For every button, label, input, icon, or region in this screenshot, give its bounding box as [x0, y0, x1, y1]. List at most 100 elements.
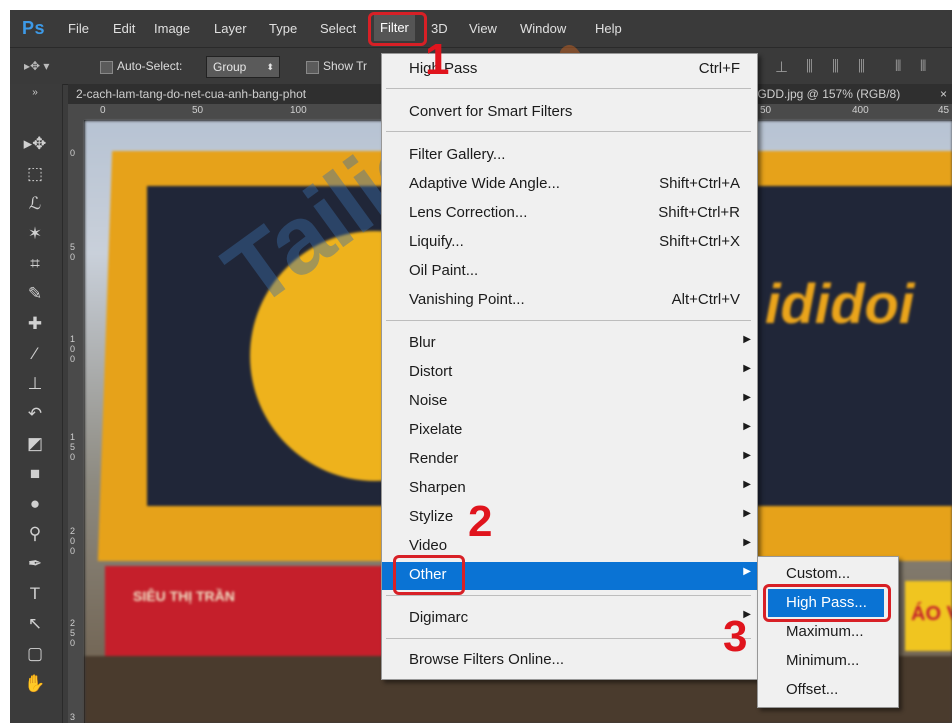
distribute-right-icon[interactable]: ⫴ [920, 58, 926, 75]
menu-item-label: Digimarc [409, 609, 469, 626]
menu-item-label: Video [409, 537, 448, 554]
document-tab-zoom: TGDD.jpg @ 157% (RGB/8) [750, 87, 901, 101]
submenu-arrow-icon: ▶ [743, 479, 751, 490]
menu-item-filter-gallery[interactable]: Filter Gallery... [382, 142, 757, 170]
menu-item-label: Adaptive Wide Angle... [409, 175, 560, 192]
photo-banner-text: SIÊU THỊ TRẦN [133, 588, 235, 604]
menu-separator [386, 320, 751, 321]
distribute-center-icon[interactable]: ⫼ [832, 58, 839, 75]
menu-item-shortcut: Shift+Ctrl+R [658, 204, 740, 221]
eyedropper-icon[interactable]: ✎ [22, 282, 48, 306]
menu-item-label: Filter Gallery... [409, 146, 506, 163]
menu-item-label: Browse Filters Online... [409, 651, 565, 668]
menu-type[interactable]: Type [269, 21, 297, 36]
step-2-marker: 2 [468, 497, 493, 546]
pen-tool-icon[interactable]: ✒ [22, 552, 48, 576]
crop-tool-icon[interactable]: ⌗ [22, 252, 48, 276]
show-transform-checkbox[interactable] [306, 61, 319, 74]
tools-panel: » ▸✥ ⬚ ℒ ✶ ⌗ ✎ ✚ ⁄ ⊥ ↶ ◩ ■ ● ⚲ ✒ T ↖ ▢ ✋ [10, 84, 63, 723]
menu-item-convert-smart-filters[interactable]: Convert for Smart Filters [382, 99, 757, 127]
menu-separator [386, 131, 751, 132]
menu-item-shortcut: Shift+Ctrl+X [659, 233, 740, 250]
lasso-tool-icon[interactable]: ℒ [22, 192, 48, 216]
shape-tool-icon[interactable]: ▢ [22, 642, 48, 666]
distribute-left-icon[interactable]: ⫴ [895, 58, 901, 75]
photo-sign-text: ididoi [765, 272, 915, 335]
menu-item-sharpen[interactable]: Sharpen ▶ [382, 475, 757, 503]
blur-tool-icon[interactable]: ● [22, 492, 48, 516]
vertical-ruler: 0 50 100 150 200 250 3 [68, 120, 85, 723]
submenu-item-minimum[interactable]: Minimum... [758, 647, 898, 675]
dodge-tool-icon[interactable]: ⚲ [22, 522, 48, 546]
menu-image[interactable]: Image [154, 21, 190, 36]
step-3-marker: 3 [723, 612, 748, 661]
move-tool-icon[interactable]: ▸✥ [22, 132, 48, 156]
menu-item-label: Convert for Smart Filters [409, 103, 573, 120]
menu-item-label: Lens Correction... [409, 204, 528, 221]
menu-edit[interactable]: Edit [113, 21, 135, 36]
menu-item-label: Pixelate [409, 421, 463, 438]
menu-item-render[interactable]: Render ▶ [382, 446, 757, 474]
move-tool-preset-icon[interactable]: ▸✥ ▾ [24, 59, 49, 73]
menu-item-liquify[interactable]: Liquify... Shift+Ctrl+X [382, 229, 757, 257]
menu-help[interactable]: Help [595, 21, 622, 36]
menu-item-blur[interactable]: Blur ▶ [382, 330, 757, 358]
submenu-item-label: Maximum... [786, 623, 864, 640]
menu-item-browse-filters-online[interactable]: Browse Filters Online... [382, 647, 757, 675]
ruler-tick: 100 [290, 105, 307, 116]
ruler-tick: 100 [70, 334, 76, 364]
menu-item-shortcut: Ctrl+F [698, 60, 740, 77]
submenu-arrow-icon: ▶ [743, 508, 751, 519]
menu-item-vanishing-point[interactable]: Vanishing Point... Alt+Ctrl+V [382, 287, 757, 315]
auto-select-label: Auto-Select: [117, 59, 183, 73]
chevron-updown-icon: ⬍ [266, 62, 274, 72]
auto-select-checkbox[interactable] [100, 61, 113, 74]
path-select-icon[interactable]: ↖ [22, 612, 48, 636]
menu-separator [386, 88, 751, 89]
align-bottom-icon[interactable]: ⊥ [775, 58, 788, 76]
submenu-arrow-icon: ▶ [743, 537, 751, 548]
history-brush-icon[interactable]: ↶ [22, 402, 48, 426]
hand-tool-icon[interactable]: ✋ [22, 672, 48, 696]
menu-item-label: Noise [409, 392, 448, 409]
healing-brush-icon[interactable]: ✚ [22, 312, 48, 336]
close-tab-icon[interactable]: × [940, 87, 947, 101]
menu-item-lens-correction[interactable]: Lens Correction... Shift+Ctrl+R [382, 200, 757, 228]
ruler-tick: 50 [760, 105, 772, 116]
menu-item-label: Liquify... [409, 233, 464, 250]
ruler-tick: 0 [70, 148, 76, 158]
distribute-top-icon[interactable]: ⫼ [806, 58, 813, 75]
marquee-tool-icon[interactable]: ⬚ [22, 162, 48, 186]
other-submenu: Custom... High Pass... Maximum... Minimu… [757, 556, 899, 708]
quick-select-icon[interactable]: ✶ [22, 222, 48, 246]
gradient-icon[interactable]: ■ [22, 462, 48, 486]
panel-collapse-icon[interactable]: » [22, 86, 48, 100]
eraser-icon[interactable]: ◩ [22, 432, 48, 456]
filter-menu-highlight-box [368, 12, 427, 46]
menu-item-pixelate[interactable]: Pixelate ▶ [382, 417, 757, 445]
menu-item-digimarc[interactable]: Digimarc ▶ [382, 605, 757, 633]
submenu-item-maximum[interactable]: Maximum... [758, 618, 898, 646]
brush-tool-icon[interactable]: ⁄ [22, 342, 48, 366]
menu-select[interactable]: Select [320, 21, 356, 36]
show-transform-label: Show Tr [323, 59, 368, 73]
submenu-item-label: Offset... [786, 681, 839, 698]
menu-item-oil-paint[interactable]: Oil Paint... [382, 258, 757, 286]
photoshop-logo: Ps [22, 18, 46, 38]
menu-item-adaptive-wide-angle[interactable]: Adaptive Wide Angle... Shift+Ctrl+A [382, 171, 757, 199]
menu-file[interactable]: File [68, 21, 89, 36]
photo-red-banner: SIÊU THỊ TRẦN [105, 566, 395, 656]
menu-item-label: Distort [409, 363, 453, 380]
menu-3d[interactable]: 3D [431, 21, 448, 36]
ruler-tick: 50 [70, 242, 76, 262]
group-select[interactable]: Group ⬍ [206, 56, 280, 78]
menu-item-shortcut: Shift+Ctrl+A [659, 175, 740, 192]
menu-item-noise[interactable]: Noise ▶ [382, 388, 757, 416]
distribute-bottom-icon[interactable]: ⫼ [858, 58, 865, 75]
menu-layer[interactable]: Layer [214, 21, 247, 36]
menu-item-stylize[interactable]: Stylize ▶ [382, 504, 757, 532]
menu-item-distort[interactable]: Distort ▶ [382, 359, 757, 387]
clone-stamp-icon[interactable]: ⊥ [22, 372, 48, 396]
submenu-item-offset[interactable]: Offset... [758, 676, 898, 704]
type-tool-icon[interactable]: T [22, 582, 48, 606]
